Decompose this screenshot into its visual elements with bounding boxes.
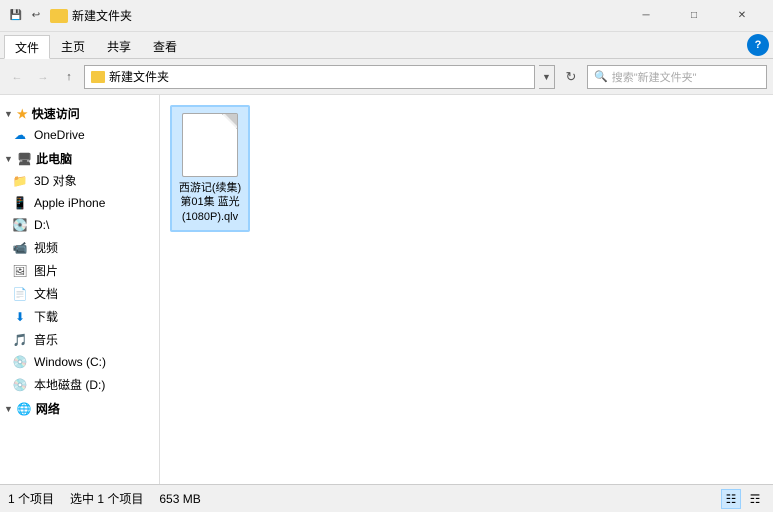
close-button[interactable]: ✕ [719, 0, 765, 32]
ribbon-tabs: 文件 主页 共享 查看 ? [0, 32, 773, 58]
sidebar-item-video[interactable]: 📹 视频 [0, 236, 159, 259]
windows-c-icon: 💿 [12, 354, 28, 370]
sidebar-quick-access-header[interactable]: ▼ ★ 快速访问 [0, 101, 159, 124]
pictures-icon: 🖼 [12, 263, 28, 279]
file-area[interactable]: 西游记(续集) 第01集 蓝光 (1080P).qlv [160, 95, 773, 484]
video-label: 视频 [34, 239, 58, 256]
sidebar-item-music[interactable]: 🎵 音乐 [0, 328, 159, 351]
network-icon: 🌐 [17, 402, 32, 416]
3d-folder-icon: 📁 [12, 173, 28, 189]
this-pc-label: 此电脑 [36, 150, 72, 167]
iphone-icon: 📱 [12, 195, 28, 211]
local-disk-d-label: 本地磁盘 (D:) [34, 376, 105, 393]
status-bar-right: ☷ ☶ [721, 489, 765, 509]
sidebar-item-windows-c[interactable]: 💿 Windows (C:) [0, 351, 159, 373]
quick-access-arrow: ▼ [4, 109, 13, 119]
3d-label: 3D 对象 [34, 172, 77, 189]
onedrive-icon: ☁ [12, 127, 28, 143]
grid-view-button[interactable]: ☶ [745, 489, 765, 509]
network-label: 网络 [36, 400, 60, 417]
music-icon: 🎵 [12, 332, 28, 348]
tab-view[interactable]: 查看 [142, 34, 188, 58]
sidebar: ▼ ★ 快速访问 ☁ OneDrive ▼ 🖥 此电脑 📁 3D 对象 📱 Ap… [0, 95, 160, 484]
windows-c-label: Windows (C:) [34, 355, 106, 369]
sidebar-item-local-disk-d[interactable]: 💿 本地磁盘 (D:) [0, 373, 159, 396]
title-bar: 💾 ↩ 新建文件夹 ─ □ ✕ [0, 0, 773, 32]
maximize-button[interactable]: □ [671, 0, 717, 32]
minimize-button[interactable]: ─ [623, 0, 669, 32]
tab-file[interactable]: 文件 [4, 35, 50, 59]
address-dropdown-button[interactable]: ▼ [539, 65, 555, 89]
file-name: 西游记(续集) 第01集 蓝光 (1080P).qlv [176, 181, 244, 224]
status-count: 1 个项目 [8, 490, 54, 507]
network-arrow: ▼ [4, 404, 13, 414]
address-bar: ← → ↑ 新建文件夹 ▼ ↻ 🔍 搜索"新建文件夹" [0, 59, 773, 95]
quick-access-star-icon: ★ [17, 107, 28, 121]
d-drive-label: D:\ [34, 218, 49, 232]
ribbon: 文件 主页 共享 查看 ? [0, 32, 773, 59]
sidebar-item-pictures[interactable]: 🖼 图片 [0, 259, 159, 282]
address-path[interactable]: 新建文件夹 [84, 65, 535, 89]
forward-button[interactable]: → [32, 65, 54, 89]
tab-home[interactable]: 主页 [50, 34, 96, 58]
back-button[interactable]: ← [6, 65, 28, 89]
quick-access-label: 快速访问 [32, 105, 80, 122]
documents-label: 文档 [34, 285, 58, 302]
refresh-button[interactable]: ↻ [559, 65, 583, 89]
sidebar-item-onedrive[interactable]: ☁ OneDrive [0, 124, 159, 146]
sidebar-network-header[interactable]: ▼ 🌐 网络 [0, 396, 159, 419]
sidebar-item-3d[interactable]: 📁 3D 对象 [0, 169, 159, 192]
search-placeholder: 搜索"新建文件夹" [612, 69, 697, 85]
video-icon: 📹 [12, 240, 28, 256]
title-bar-title: 新建文件夹 [72, 7, 623, 24]
sidebar-item-d-drive[interactable]: 💽 D:\ [0, 214, 159, 236]
local-disk-d-icon: 💿 [12, 377, 28, 393]
address-path-text: 新建文件夹 [109, 68, 169, 85]
iphone-label: Apple iPhone [34, 196, 105, 210]
search-box[interactable]: 🔍 搜索"新建文件夹" [587, 65, 767, 89]
sidebar-this-pc-header[interactable]: ▼ 🖥 此电脑 [0, 146, 159, 169]
this-pc-arrow: ▼ [4, 154, 13, 164]
list-view-button[interactable]: ☷ [721, 489, 741, 509]
status-size: 653 MB [159, 492, 200, 506]
sidebar-item-apple-iphone[interactable]: 📱 Apple iPhone [0, 192, 159, 214]
sidebar-item-downloads[interactable]: ⬇ 下载 [0, 305, 159, 328]
address-folder-icon [91, 71, 105, 83]
tab-share[interactable]: 共享 [96, 34, 142, 58]
downloads-label: 下载 [34, 308, 58, 325]
window-icon-save: 💾 [8, 9, 24, 23]
status-bar: 1 个项目 选中 1 个项目 653 MB ☷ ☶ [0, 484, 773, 512]
this-pc-icon: 🖥 [17, 152, 32, 166]
window-icon-undo: ↩ [28, 9, 44, 23]
window-controls: ─ □ ✕ [623, 0, 765, 32]
file-icon [182, 113, 238, 177]
pictures-label: 图片 [34, 262, 58, 279]
file-item[interactable]: 西游记(续集) 第01集 蓝光 (1080P).qlv [170, 105, 250, 232]
search-icon: 🔍 [594, 70, 608, 83]
music-label: 音乐 [34, 331, 58, 348]
main-area: ▼ ★ 快速访问 ☁ OneDrive ▼ 🖥 此电脑 📁 3D 对象 📱 Ap… [0, 95, 773, 484]
title-bar-folder-icon [50, 9, 68, 23]
title-bar-icons: 💾 ↩ [8, 9, 44, 23]
d-drive-icon: 💽 [12, 217, 28, 233]
sidebar-item-documents[interactable]: 📄 文档 [0, 282, 159, 305]
documents-icon: 📄 [12, 286, 28, 302]
downloads-icon: ⬇ [12, 309, 28, 325]
onedrive-label: OneDrive [34, 128, 85, 142]
up-button[interactable]: ↑ [58, 65, 80, 89]
help-button[interactable]: ? [747, 34, 769, 56]
status-selected: 选中 1 个项目 [70, 490, 143, 507]
